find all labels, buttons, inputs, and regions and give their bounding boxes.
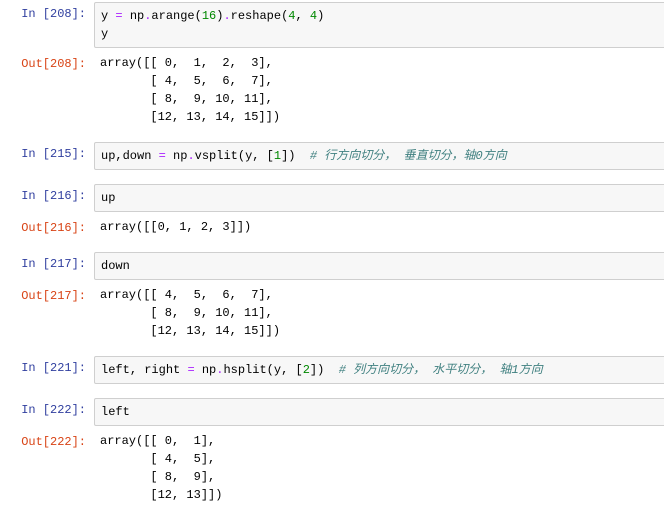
cell-gap: [2, 346, 664, 356]
output-cell: Out[217]:array([[ 4, 5, 6, 7], [ 8, 9, 1…: [2, 284, 664, 342]
input-prompt: In [208]:: [2, 2, 94, 21]
input-cell: In [217]:down: [2, 252, 664, 280]
input-cell: In [208]:y = np.arange(16).reshape(4, 4)…: [2, 2, 664, 48]
code-input[interactable]: left, right = np.hsplit(y, [2]) # 列方向切分，…: [94, 356, 664, 384]
code-input[interactable]: left: [94, 398, 664, 426]
input-cell: In [221]:left, right = np.hsplit(y, [2])…: [2, 356, 664, 384]
cell-gap: [2, 174, 664, 184]
input-prompt: In [217]:: [2, 252, 94, 271]
input-prompt: In [215]:: [2, 142, 94, 161]
code-output: array([[ 4, 5, 6, 7], [ 8, 9, 10, 11], […: [94, 284, 664, 342]
code-input[interactable]: y = np.arange(16).reshape(4, 4) y: [94, 2, 664, 48]
input-cell: In [216]:up: [2, 184, 664, 212]
output-cell: Out[208]:array([[ 0, 1, 2, 3], [ 4, 5, 6…: [2, 52, 664, 128]
output-prompt: Out[208]:: [2, 52, 94, 71]
code-output: array([[ 0, 1, 2, 3], [ 4, 5, 6, 7], [ 8…: [94, 52, 664, 128]
input-cell: In [215]:up,down = np.vsplit(y, [1]) # 行…: [2, 142, 664, 170]
input-cell: In [222]:left: [2, 398, 664, 426]
cell-gap: [2, 388, 664, 398]
input-prompt: In [222]:: [2, 398, 94, 417]
output-prompt: Out[217]:: [2, 284, 94, 303]
output-cell: Out[222]:array([[ 0, 1], [ 4, 5], [ 8, 9…: [2, 430, 664, 506]
notebook-view: In [208]:y = np.arange(16).reshape(4, 4)…: [2, 2, 664, 506]
output-cell: Out[216]:array([[0, 1, 2, 3]]): [2, 216, 664, 238]
code-output: array([[ 0, 1], [ 4, 5], [ 8, 9], [12, 1…: [94, 430, 664, 506]
cell-gap: [2, 242, 664, 252]
input-prompt: In [216]:: [2, 184, 94, 203]
code-input[interactable]: up,down = np.vsplit(y, [1]) # 行方向切分， 垂直切…: [94, 142, 664, 170]
code-input[interactable]: down: [94, 252, 664, 280]
output-prompt: Out[222]:: [2, 430, 94, 449]
output-prompt: Out[216]:: [2, 216, 94, 235]
code-output: array([[0, 1, 2, 3]]): [94, 216, 664, 238]
cell-gap: [2, 132, 664, 142]
input-prompt: In [221]:: [2, 356, 94, 375]
code-input[interactable]: up: [94, 184, 664, 212]
